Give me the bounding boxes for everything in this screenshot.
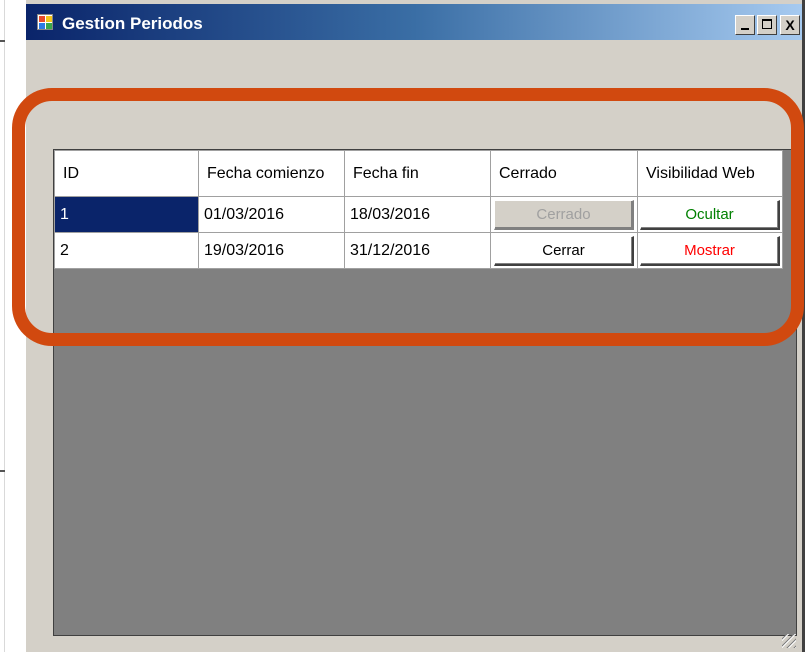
cell-id[interactable]: 2 bbox=[54, 232, 199, 269]
cell-cerrado: Cerrado bbox=[490, 196, 638, 233]
cell-fecha-comienzo[interactable]: 01/03/2016 bbox=[198, 196, 345, 233]
close-button[interactable]: X bbox=[780, 15, 800, 35]
title-bar[interactable]: Gestion Periodos X bbox=[26, 4, 802, 40]
cerrar-button[interactable]: Cerrar bbox=[494, 235, 634, 266]
background-edge-line bbox=[4, 0, 5, 652]
background-edge-tick bbox=[0, 40, 5, 42]
cerrado-button: Cerrado bbox=[494, 199, 634, 230]
cell-cerrado: Cerrar bbox=[490, 232, 638, 269]
maximize-button[interactable] bbox=[757, 15, 777, 35]
column-header-id[interactable]: ID bbox=[54, 150, 199, 197]
cell-fecha-comienzo[interactable]: 19/03/2016 bbox=[198, 232, 345, 269]
mostrar-button[interactable]: Mostrar bbox=[640, 235, 780, 266]
cell-id[interactable]: 1 bbox=[54, 196, 199, 233]
column-header-fecha-comienzo[interactable]: Fecha comienzo bbox=[198, 150, 345, 197]
resize-grip[interactable] bbox=[782, 634, 796, 648]
header-row: ID Fecha comienzo Fecha fin Cerrado Visi… bbox=[54, 150, 783, 197]
column-header-cerrado[interactable]: Cerrado bbox=[490, 150, 638, 197]
periods-data-grid[interactable]: ID Fecha comienzo Fecha fin Cerrado Visi… bbox=[53, 149, 797, 636]
cell-visibilidad-web: Mostrar bbox=[637, 232, 783, 269]
table-row[interactable]: 2 19/03/2016 31/12/2016 Cerrar Mostrar bbox=[54, 232, 783, 269]
gestion-periodos-window: Gestion Periodos X ID Fecha comienzo Fec… bbox=[24, 0, 805, 652]
minimize-icon bbox=[741, 28, 749, 30]
periods-table: ID Fecha comienzo Fecha fin Cerrado Visi… bbox=[54, 150, 783, 269]
column-header-fecha-fin[interactable]: Fecha fin bbox=[344, 150, 491, 197]
table-row[interactable]: 1 01/03/2016 18/03/2016 Cerrado Ocultar bbox=[54, 196, 783, 233]
cell-fecha-fin[interactable]: 31/12/2016 bbox=[344, 232, 491, 269]
column-header-visibilidad-web[interactable]: Visibilidad Web bbox=[637, 150, 783, 197]
ocultar-button[interactable]: Ocultar bbox=[640, 199, 780, 230]
background-edge-tick bbox=[0, 470, 5, 472]
cell-fecha-fin[interactable]: 18/03/2016 bbox=[344, 196, 491, 233]
close-icon: X bbox=[785, 17, 795, 33]
app-icon[interactable] bbox=[37, 14, 53, 30]
cell-visibilidad-web: Ocultar bbox=[637, 196, 783, 233]
window-title: Gestion Periodos bbox=[62, 14, 203, 33]
minimize-button[interactable] bbox=[735, 15, 755, 35]
maximize-icon bbox=[762, 19, 772, 29]
